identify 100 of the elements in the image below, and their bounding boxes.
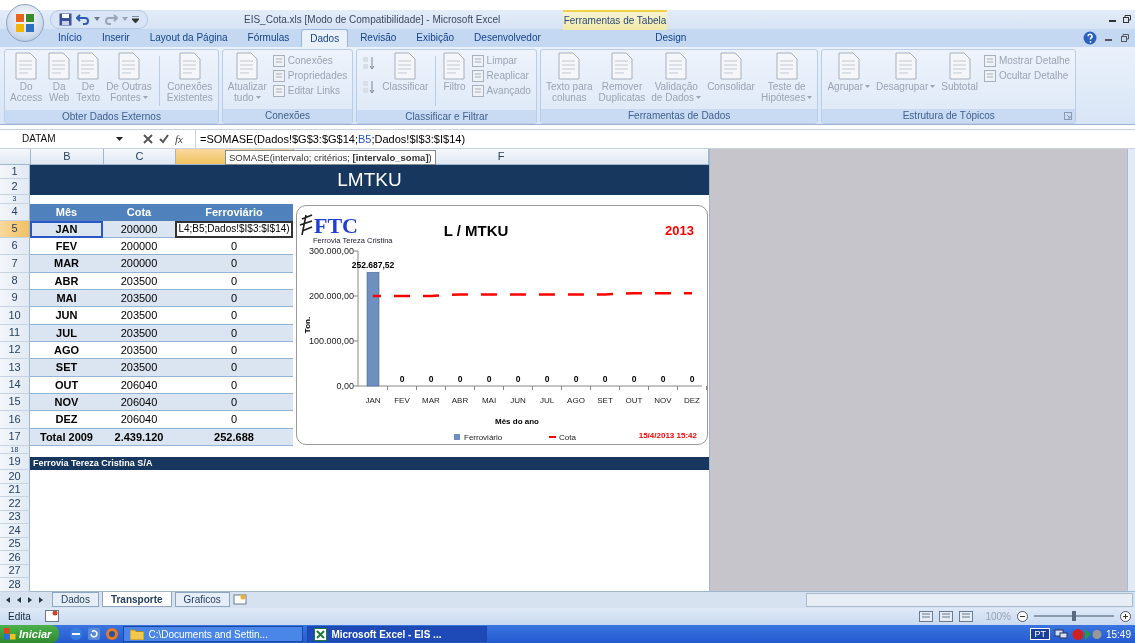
table-cell[interactable]: AGO — [30, 341, 103, 359]
data-label: 0 — [457, 373, 463, 384]
axis-tick-label: OUT — [625, 395, 643, 405]
name-box[interactable]: DATAM — [0, 133, 110, 145]
cancel-icon[interactable] — [143, 133, 153, 144]
table-cell[interactable]: 206040 — [103, 376, 175, 394]
group-label: Estrutura de Tópicos — [902, 110, 995, 122]
table-cell[interactable]: 0 — [175, 272, 293, 290]
language-indicator[interactable]: PT — [1030, 628, 1050, 640]
table-cell[interactable]: 0 — [175, 306, 293, 325]
sheet-tab[interactable]: Transporte — [101, 592, 172, 608]
chart-title: L / MTKU — [443, 221, 509, 239]
view-icon[interactable] — [959, 610, 974, 622]
customize-icon[interactable] — [132, 15, 139, 23]
data-label: 0 — [631, 373, 637, 384]
restore-icon[interactable] — [1123, 14, 1131, 23]
small-tool-icon — [272, 54, 285, 67]
document-icon — [394, 51, 417, 80]
axis-tick-label: AGO — [567, 395, 585, 405]
small-tool-icon — [983, 69, 996, 82]
folder-icon — [130, 628, 145, 640]
document-icon — [558, 51, 581, 80]
legend-swatch — [454, 433, 460, 440]
table-cell[interactable]: ABR — [30, 272, 103, 290]
data-label: 0 — [428, 373, 434, 384]
help-icon[interactable] — [1083, 30, 1097, 45]
document-icon — [948, 51, 971, 80]
view-icon[interactable] — [939, 610, 954, 622]
windows-flag-icon — [4, 628, 16, 640]
axis-tick-label: 100.000,00 — [308, 335, 354, 346]
small-tool-icon — [983, 54, 996, 67]
table-cell[interactable]: DEZ — [30, 410, 103, 429]
axis-title: Ton. — [303, 316, 312, 333]
year-label: 2013 — [665, 222, 694, 238]
timestamp: 15/4/2013 15:42 — [638, 430, 697, 440]
table-cell[interactable]: 0 — [175, 376, 293, 394]
refresh-icon[interactable] — [87, 627, 102, 641]
logo-icon — [299, 213, 313, 236]
formula-field[interactable]: =SOMASE(Dados!$G$3:$G$14;B5;Dados!$I$3:$I$14) — [194, 129, 1135, 148]
legend-swatch — [549, 435, 556, 438]
data-label: 0 — [689, 373, 695, 384]
zoom-out-icon[interactable] — [1017, 610, 1028, 622]
data-label: 0 — [573, 373, 579, 384]
view-icon[interactable] — [919, 610, 934, 622]
table-cell[interactable]: 0 — [175, 237, 293, 255]
axis-tick-label: 300.000,00 — [308, 245, 354, 256]
sort-descending-icon — [362, 79, 377, 94]
axis-tick-label: JUL — [539, 395, 555, 405]
group-label: Classificar e Filtrar — [405, 110, 488, 122]
axis-tick-label: 200.000,00 — [308, 290, 354, 301]
restore-icon[interactable] — [1121, 33, 1129, 42]
document-icon — [77, 51, 100, 80]
small-tool-icon — [272, 84, 285, 97]
axis-tick-label: 0,00 — [336, 380, 354, 391]
data-label: 252.687,52 — [351, 259, 395, 270]
table-cell[interactable]: 206040 — [103, 410, 175, 429]
axis-tick-label: MAI — [481, 395, 497, 405]
spreadsheet-icon — [314, 627, 328, 641]
office-logo-icon — [15, 12, 35, 33]
table-cell[interactable]: 203500 — [103, 306, 175, 325]
table-cell[interactable]: 0 — [175, 410, 293, 429]
taskbar-button[interactable]: Microsoft Excel - EIS ... — [307, 626, 488, 642]
table-cell[interactable]: 203500 — [103, 272, 175, 290]
status-mode: Edita — [8, 610, 31, 622]
axis-tick-label: SET — [597, 395, 613, 405]
table-cell[interactable]: 200000 — [103, 237, 175, 255]
table-cell[interactable]: 0 — [175, 341, 293, 359]
context-tab-group: Ferramentas de Tabela — [563, 9, 667, 30]
axis-title: Mês do ano — [495, 416, 539, 426]
table-cell[interactable]: OUT — [30, 376, 103, 394]
caret-icon[interactable] — [116, 136, 123, 141]
sheet-tab[interactable]: Graficos — [174, 592, 230, 608]
save-icon[interactable] — [59, 12, 72, 26]
insert-function-button[interactable]: fx — [175, 132, 183, 145]
data-label: 0 — [544, 373, 550, 384]
document-icon — [443, 51, 466, 80]
axis-tick-label: DEZ — [684, 395, 700, 405]
table-cell[interactable]: JUN — [30, 306, 103, 325]
group-label: Obter Dados Externos — [61, 110, 161, 122]
vertical-scrollbar[interactable] — [1127, 148, 1135, 591]
sheet-tab[interactable]: Dados — [52, 592, 99, 608]
macro-record-icon[interactable] — [44, 610, 59, 623]
taskbar-button[interactable]: C:\Documents and Settin... — [123, 626, 304, 642]
column-heading: Mês — [30, 203, 103, 221]
data-label: 0 — [602, 373, 608, 384]
table-cell[interactable]: FEV — [30, 237, 103, 255]
document-icon — [236, 51, 259, 80]
sheet-title: LMTKU — [30, 164, 709, 195]
table-cell[interactable]: 203500 — [103, 341, 175, 359]
column-header[interactable]: B — [31, 148, 104, 164]
undo-icon[interactable] — [76, 13, 90, 26]
check-icon[interactable] — [159, 133, 169, 144]
network-icon[interactable] — [1053, 628, 1068, 640]
horizontal-scrollbar[interactable] — [806, 592, 1133, 607]
document-icon — [178, 51, 201, 80]
document-icon — [48, 51, 71, 80]
logo-text: FTC — [314, 212, 358, 238]
zoom-in-icon[interactable] — [1120, 610, 1131, 622]
axis-tick-label: ABR — [451, 395, 469, 405]
axis-tick-label: JUN — [510, 395, 526, 405]
